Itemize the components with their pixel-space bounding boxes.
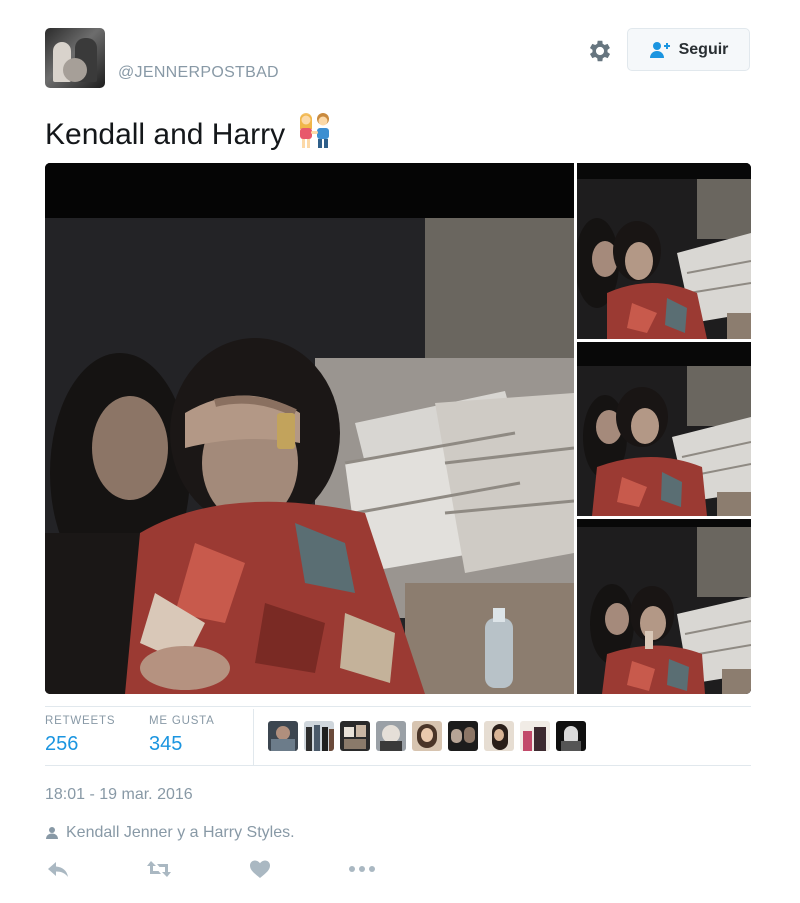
person-plus-icon xyxy=(649,41,670,58)
liker-avatar[interactable] xyxy=(556,721,586,751)
more-icon xyxy=(349,866,375,872)
media-grid xyxy=(45,163,751,694)
gear-icon[interactable] xyxy=(586,37,614,65)
photo-thumb[interactable] xyxy=(577,163,751,339)
retweet-icon xyxy=(147,861,171,877)
profile-avatar[interactable] xyxy=(45,28,105,88)
more-button[interactable] xyxy=(348,857,376,881)
heart-icon xyxy=(250,860,270,878)
liker-avatar[interactable] xyxy=(412,721,442,751)
likes-label: ME GUSTA xyxy=(149,715,215,727)
photo-main[interactable] xyxy=(45,163,574,694)
like-button[interactable] xyxy=(248,857,272,881)
tweet-actions xyxy=(0,857,800,883)
liker-avatar[interactable] xyxy=(304,721,334,751)
tweet-text: Kendall and Harry xyxy=(45,110,335,155)
follow-label: Seguir xyxy=(678,40,729,58)
user-handle[interactable]: @JENNERPOSTBAD xyxy=(118,64,279,82)
liker-avatars xyxy=(268,721,586,751)
stats-separator xyxy=(253,709,254,765)
retweet-button[interactable] xyxy=(146,857,172,881)
likes-count[interactable]: 345 xyxy=(149,733,215,756)
likes-stat[interactable]: ME GUSTA 345 xyxy=(149,715,215,756)
liker-avatar[interactable] xyxy=(340,721,370,751)
tweet-timestamp[interactable]: 18:01 - 19 mar. 2016 xyxy=(45,786,193,804)
liker-avatar[interactable] xyxy=(484,721,514,751)
follow-button[interactable]: Seguir xyxy=(627,28,750,71)
photo-thumb[interactable] xyxy=(577,519,751,694)
divider xyxy=(45,706,751,707)
photo-thumb[interactable] xyxy=(577,342,751,516)
liker-avatar[interactable] xyxy=(376,721,406,751)
person-icon xyxy=(46,827,58,839)
tagged-users-text: Kendall Jenner y a Harry Styles. xyxy=(66,824,295,841)
tweet-body: Kendall and Harry xyxy=(45,118,286,151)
retweets-count[interactable]: 256 xyxy=(45,733,115,756)
retweets-label: RETWEETS xyxy=(45,715,116,727)
photo-thumb-image xyxy=(577,342,751,516)
liker-avatar[interactable] xyxy=(268,721,298,751)
photo-thumb-image xyxy=(577,163,751,339)
photo-main-image xyxy=(45,163,574,694)
retweets-stat[interactable]: RETWEETS 256 xyxy=(45,715,115,756)
reply-button[interactable] xyxy=(46,857,70,881)
photo-thumb-image xyxy=(577,519,751,694)
couple-emoji xyxy=(300,113,330,148)
liker-avatar[interactable] xyxy=(520,721,550,751)
liker-avatar[interactable] xyxy=(448,721,478,751)
divider xyxy=(45,765,751,766)
tagged-users[interactable]: Kendall Jenner y a Harry Styles. xyxy=(45,824,295,842)
reply-icon xyxy=(48,862,68,877)
avatar-figure xyxy=(63,58,87,82)
